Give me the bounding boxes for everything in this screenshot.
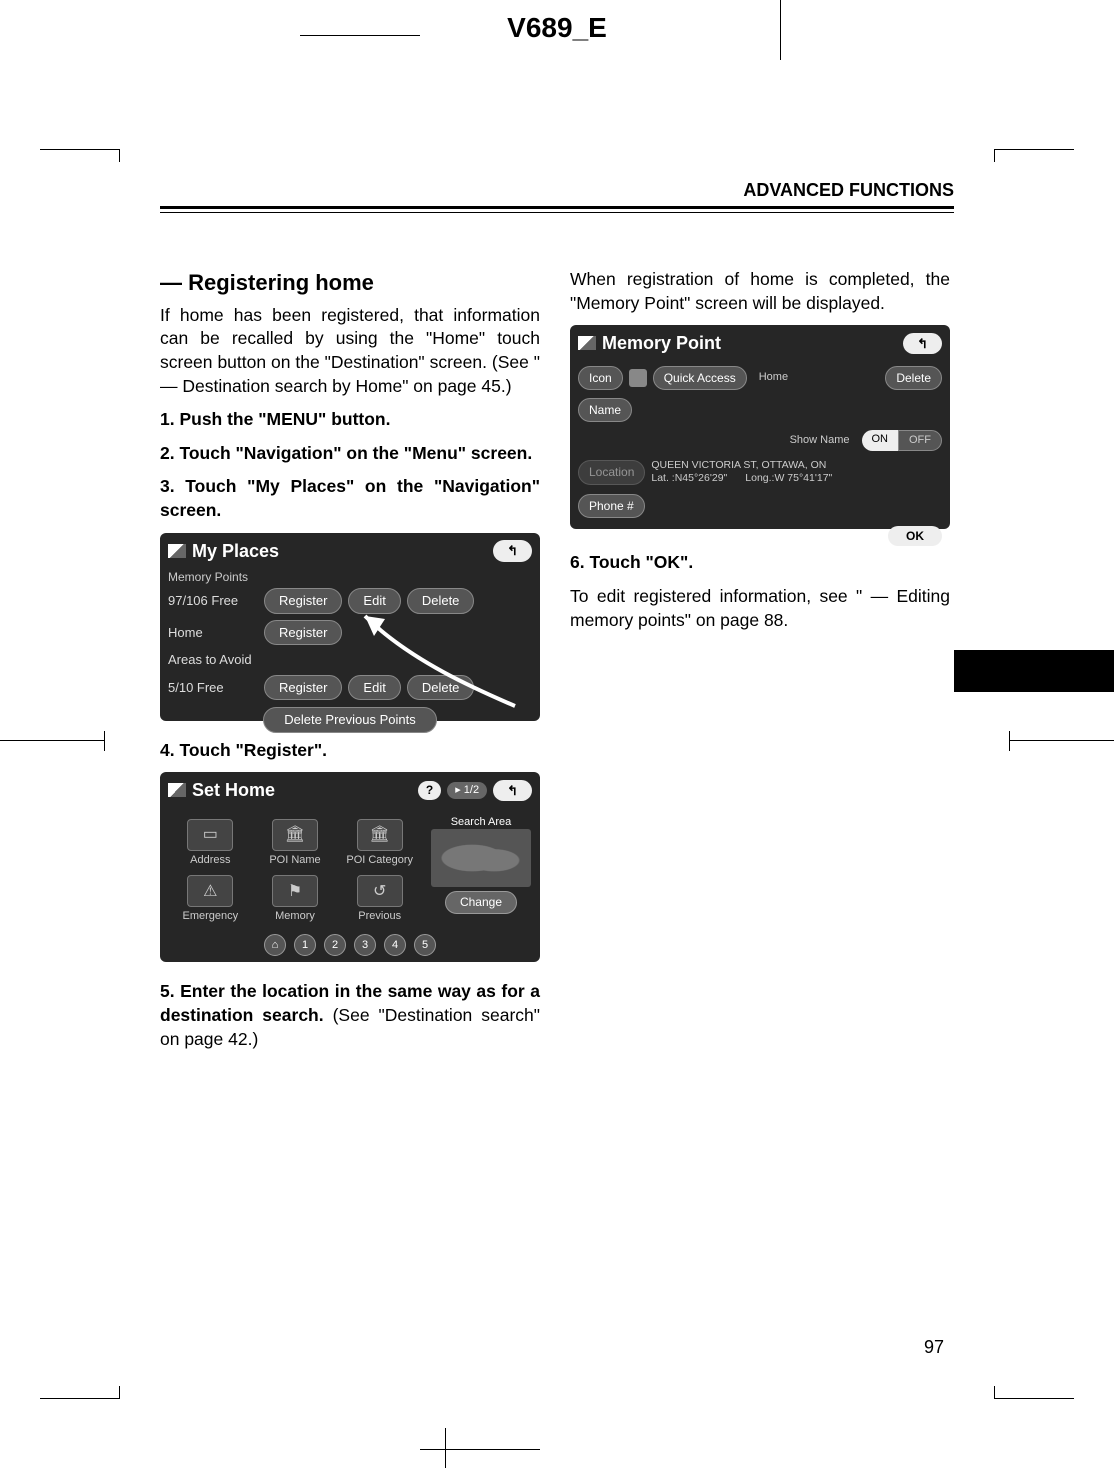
section-tab bbox=[954, 650, 1114, 692]
divider bbox=[160, 212, 954, 213]
address-button[interactable]: ▭Address bbox=[170, 819, 251, 868]
step-6: 6. Touch "OK". bbox=[570, 551, 950, 575]
delete-area-button[interactable]: Delete bbox=[407, 675, 475, 701]
edit-area-button[interactable]: Edit bbox=[348, 675, 400, 701]
icon-button[interactable]: Icon bbox=[578, 366, 623, 390]
crop-mark bbox=[40, 1398, 120, 1428]
crop-mark bbox=[994, 120, 1074, 150]
preset-2-button[interactable]: 2 bbox=[324, 934, 346, 956]
item-label: Previous bbox=[358, 910, 401, 922]
step-2: 2. Touch "Navigation" on the "Menu" scre… bbox=[160, 442, 540, 466]
right-column: When registration of home is completed, … bbox=[570, 268, 950, 1061]
back-button[interactable]: ↰ bbox=[903, 333, 942, 355]
register-button[interactable]: Register bbox=[264, 588, 342, 614]
delete-button[interactable]: Delete bbox=[407, 588, 475, 614]
help-button[interactable]: ? bbox=[418, 781, 441, 799]
item-label: Emergency bbox=[183, 910, 239, 922]
location-button: Location bbox=[578, 460, 645, 484]
location-lon: Long.:W 75°41'17" bbox=[745, 472, 832, 486]
quick-value: Home bbox=[753, 370, 880, 385]
screenshot-my-places: My Places ↰ Memory Points 97/106 Free Re… bbox=[160, 533, 540, 721]
preset-5-button[interactable]: 5 bbox=[414, 934, 436, 956]
flag-icon bbox=[578, 336, 596, 350]
poi-name-button[interactable]: 🏛POI Name bbox=[255, 819, 336, 868]
toggle-off: OFF bbox=[898, 430, 942, 451]
screenshot-memory-point: Memory Point ↰ Icon Quick Access Home De… bbox=[570, 325, 950, 529]
map-thumbnail bbox=[431, 829, 531, 887]
preset-home-button[interactable]: ⌂ bbox=[264, 934, 286, 956]
name-button[interactable]: Name bbox=[578, 398, 632, 422]
show-name-toggle[interactable]: ON OFF bbox=[862, 430, 943, 451]
memory-button[interactable]: ⚑Memory bbox=[255, 875, 336, 924]
section-header: ADVANCED FUNCTIONS bbox=[743, 180, 954, 201]
ok-button[interactable]: OK bbox=[888, 526, 942, 546]
back-button[interactable]: ↰ bbox=[493, 540, 532, 562]
left-column: — Registering home If home has been regi… bbox=[160, 268, 540, 1061]
toggle-on: ON bbox=[862, 430, 899, 451]
show-name-label: Show Name bbox=[790, 433, 850, 448]
preset-3-button[interactable]: 3 bbox=[354, 934, 376, 956]
crop-mark bbox=[445, 1428, 446, 1468]
screen-title: My Places bbox=[192, 539, 487, 563]
emergency-button[interactable]: ⚠Emergency bbox=[170, 875, 251, 924]
delete-button[interactable]: Delete bbox=[885, 366, 942, 390]
areas-avoid-label: Areas to Avoid bbox=[168, 651, 532, 669]
divider bbox=[160, 206, 954, 209]
preset-4-button[interactable]: 4 bbox=[384, 934, 406, 956]
location-address: QUEEN VICTORIA ST, OTTAWA, ON bbox=[651, 459, 942, 473]
page-number: 97 bbox=[924, 1337, 944, 1358]
right-intro: When registration of home is completed, … bbox=[570, 268, 950, 315]
register-home-button[interactable]: Register bbox=[264, 620, 342, 646]
doc-header: V689_E bbox=[0, 12, 1114, 44]
phone-button[interactable]: Phone # bbox=[578, 494, 645, 518]
step-4: 4. Touch "Register". bbox=[160, 739, 540, 763]
edit-reference: To edit registered information, see " — … bbox=[570, 585, 950, 632]
crop-mark bbox=[994, 1398, 1074, 1428]
subtitle: Memory Points bbox=[160, 569, 540, 585]
section-title: — Registering home bbox=[160, 268, 540, 298]
crop-mark bbox=[780, 0, 781, 60]
location-lat: Lat. :N45°26'29" bbox=[651, 472, 727, 486]
screen-title: Memory Point bbox=[602, 331, 897, 355]
screenshot-set-home: Set Home ? ▸ 1/2 ↰ ▭Address 🏛POI Name 🏛P… bbox=[160, 772, 540, 962]
flag-icon bbox=[168, 544, 186, 558]
change-button[interactable]: Change bbox=[445, 891, 517, 913]
memory-free-label: 97/106 Free bbox=[168, 592, 258, 610]
icon-preview bbox=[629, 369, 647, 387]
preset-1-button[interactable]: 1 bbox=[294, 934, 316, 956]
previous-button[interactable]: ↺Previous bbox=[339, 875, 420, 924]
quick-access-button[interactable]: Quick Access bbox=[653, 366, 747, 390]
item-label: Address bbox=[190, 854, 230, 866]
item-label: POI Category bbox=[346, 854, 413, 866]
search-area-label: Search Area bbox=[426, 815, 536, 830]
areas-free-label: 5/10 Free bbox=[168, 679, 258, 697]
page-indicator[interactable]: ▸ 1/2 bbox=[447, 782, 487, 799]
step-5: 5. Enter the location in the same way as… bbox=[160, 980, 540, 1051]
flag-icon bbox=[168, 783, 186, 797]
screen-title: Set Home bbox=[192, 778, 412, 802]
register-area-button[interactable]: Register bbox=[264, 675, 342, 701]
intro-text: If home has been registered, that inform… bbox=[160, 304, 540, 399]
crop-mark bbox=[1009, 740, 1114, 741]
delete-previous-button[interactable]: Delete Previous Points bbox=[263, 707, 437, 733]
poi-category-button[interactable]: 🏛POI Category bbox=[339, 819, 420, 868]
step-1: 1. Push the "MENU" button. bbox=[160, 408, 540, 432]
item-label: Memory bbox=[275, 910, 315, 922]
crop-mark bbox=[40, 120, 120, 150]
crop-mark bbox=[420, 1449, 540, 1450]
edit-button[interactable]: Edit bbox=[348, 588, 400, 614]
home-label: Home bbox=[168, 624, 258, 642]
crop-mark bbox=[0, 740, 105, 741]
back-button[interactable]: ↰ bbox=[493, 780, 532, 802]
step-3: 3. Touch "My Places" on the "Navigation"… bbox=[160, 475, 540, 522]
item-label: POI Name bbox=[269, 854, 320, 866]
crop-mark bbox=[300, 35, 420, 36]
